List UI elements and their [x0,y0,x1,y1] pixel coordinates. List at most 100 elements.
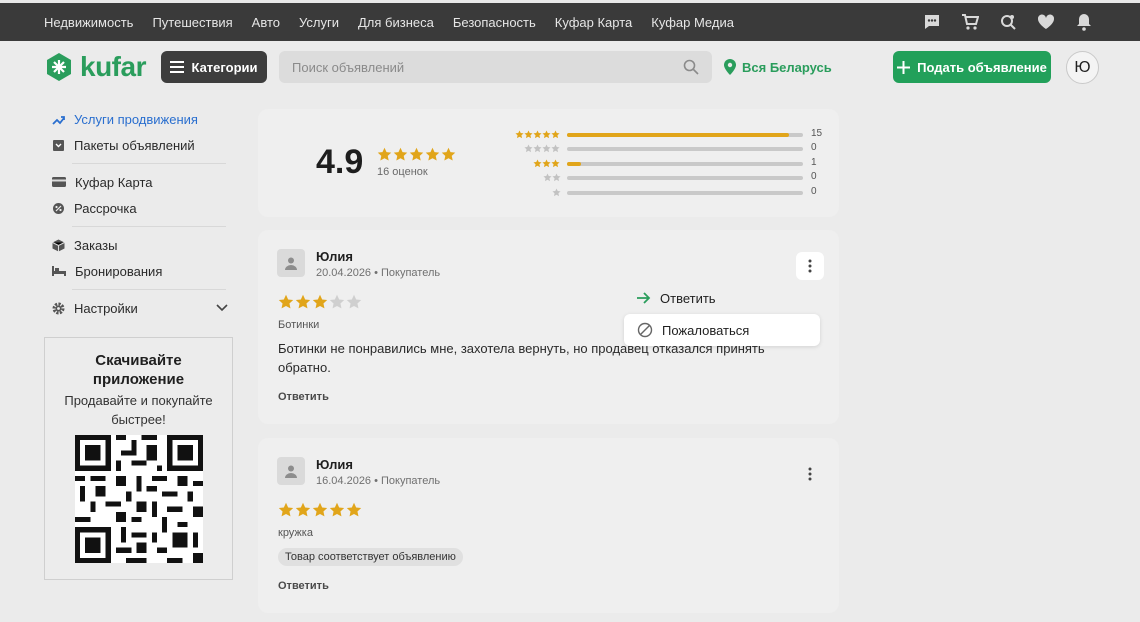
review-meta: 16.04.2026 • Покупатель [316,475,441,487]
user-icon [285,465,297,478]
profile-avatar[interactable]: Ю [1066,51,1099,84]
post-ad-button[interactable]: Подать объявление [893,51,1051,83]
review-meta: 20.04.2026 • Покупатель [316,267,441,279]
bell-icon[interactable] [1074,12,1094,32]
sidebar-item-label: Заказы [74,237,118,253]
sidebar-item-label: Услуги продвижения [74,111,198,127]
sidebar-item-orders[interactable]: Заказы [44,232,234,258]
sidebar-item-promotion[interactable]: Услуги продвижения [44,106,234,132]
sidebar-item-label: Бронирования [75,263,163,279]
distribution-stars [533,159,560,168]
star-filled-icon [312,294,328,309]
logo[interactable]: kufar [44,51,146,83]
search-box [279,51,712,83]
installment-icon [53,202,64,214]
reviewer-name: Юлия [316,249,353,264]
distribution-bar [567,147,803,152]
review-context-menu: Ответить Пожаловаться [624,282,820,346]
rating-count: 16 оценок [377,166,428,178]
star-empty-icon [346,294,362,309]
star-filled-icon [393,147,408,161]
sidebar: Услуги продвижения Пакеты объявлений Куф… [44,106,234,321]
sidebar-item-settings[interactable]: Настройки [44,295,234,321]
sidebar-item-label: Настройки [74,300,138,316]
search-input[interactable] [279,51,659,83]
star-filled-icon [278,294,294,309]
sidebar-divider [72,289,226,290]
star-empty-icon [551,144,560,153]
chevron-down-icon[interactable] [216,304,228,312]
app-promo-subtitle: Продавайте и покупайте быстрее! [64,393,213,427]
distribution-stars [515,130,560,139]
star-empty-icon [552,173,561,182]
trending-up-icon [52,115,65,125]
star-filled-icon [542,130,551,139]
messages-icon[interactable] [922,12,942,32]
review-stars [278,502,362,518]
distribution-bar [567,176,803,181]
sidebar-divider [72,163,226,164]
sidebar-item-label: Куфар Карта [75,174,153,190]
sidebar-item-installment[interactable]: Рассрочка [44,195,234,221]
heart-icon[interactable] [1036,12,1056,32]
star-empty-icon [552,188,561,196]
distribution-bar-fill [567,161,582,166]
topnav-link[interactable]: Путешествия [152,15,232,30]
review-stars [278,294,362,310]
star-filled-icon [329,502,345,517]
reviewer-avatar [277,457,305,485]
topnav-link[interactable]: Недвижимость [44,15,133,30]
logo-text: kufar [80,51,146,82]
rating-stars [377,147,456,162]
review-reply-link[interactable]: Ответить [278,391,329,403]
star-filled-icon [533,159,542,167]
sidebar-item-packages[interactable]: Пакеты объявлений [44,132,234,158]
review-category: кружка [278,527,313,539]
distribution-row: 0 [514,186,834,200]
review-more-button[interactable] [796,252,824,280]
categories-label: Категории [191,59,258,75]
region-selector[interactable]: Вся Беларусь [723,59,832,75]
topnav-link[interactable]: Куфар Карта [555,15,632,30]
star-filled-icon [312,502,328,517]
categories-button[interactable]: Категории [161,51,267,83]
distribution-row: 0 [514,171,834,185]
sidebar-item-label: Пакеты объявлений [74,137,195,153]
rating-distribution: 15 0 1 0 0 [514,128,834,200]
menu-item-label: Пожаловаться [662,322,750,338]
saved-search-icon[interactable] [998,12,1018,32]
search-icon[interactable] [683,59,699,80]
star-empty-icon [524,144,533,153]
top-nav: Недвижимость Путешествия Авто Услуги Для… [44,3,753,41]
sidebar-item-card[interactable]: Куфар Карта [44,169,234,195]
package-icon [53,139,64,151]
distribution-count: 0 [811,171,817,183]
star-filled-icon [551,130,560,139]
review-reply-link[interactable]: Ответить [278,580,329,592]
cart-icon[interactable] [960,12,980,32]
review-more-button[interactable] [796,460,824,488]
user-icon [285,257,297,270]
review-category: Ботинки [278,319,320,331]
star-empty-icon [543,173,552,182]
distribution-stars [524,144,560,153]
topnav-link[interactable]: Куфар Медиа [651,15,734,30]
bed-icon [52,266,66,276]
topnav-link[interactable]: Услуги [299,15,339,30]
topnav-link[interactable]: Безопасность [453,15,536,30]
sidebar-divider [72,226,226,227]
menu-item-reply[interactable]: Ответить [624,282,820,314]
rating-score: 4.9 [316,143,364,181]
distribution-bar [567,190,803,195]
star-filled-icon [533,130,542,139]
distribution-stars [552,188,561,197]
top-icons [922,3,1094,41]
distribution-count: 1 [811,156,817,168]
topnav-link[interactable]: Для бизнеса [358,15,434,30]
distribution-count: 15 [811,128,823,139]
sidebar-item-bookings[interactable]: Бронирования [44,258,234,284]
qr-code-image [75,435,203,563]
menu-item-report[interactable]: Пожаловаться [624,314,820,346]
topnav-link[interactable]: Авто [252,15,280,30]
star-filled-icon [295,294,311,309]
